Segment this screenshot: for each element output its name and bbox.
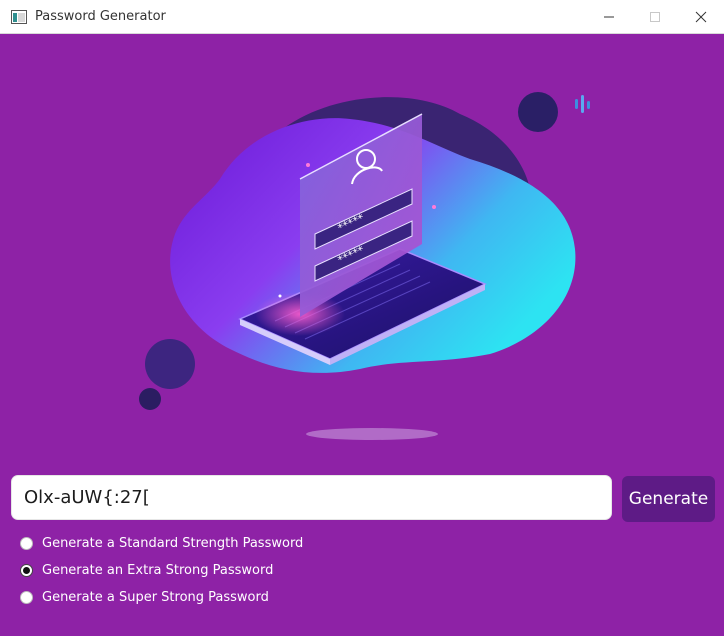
- radio-extra-strong[interactable]: [20, 564, 33, 577]
- maximize-button[interactable]: [632, 0, 678, 33]
- close-button[interactable]: [678, 0, 724, 33]
- minimize-icon: [604, 16, 614, 17]
- option-label: Generate a Super Strong Password: [42, 590, 269, 605]
- radio-standard[interactable]: [20, 537, 33, 550]
- option-label: Generate an Extra Strong Password: [42, 563, 274, 578]
- option-super-strong[interactable]: Generate a Super Strong Password: [20, 584, 303, 611]
- equalizer-icon: [575, 95, 590, 113]
- title-bar[interactable]: Password Generator: [0, 0, 724, 34]
- password-generator-window: Password Generator ***** ***** Olx-aUW{:…: [0, 0, 724, 636]
- maximize-icon: [650, 11, 660, 22]
- generate-button[interactable]: Generate: [622, 476, 715, 522]
- option-standard-strength[interactable]: Generate a Standard Strength Password: [20, 530, 303, 557]
- option-label: Generate a Standard Strength Password: [42, 536, 304, 551]
- login-laptop-illustration: ***** *****: [139, 92, 590, 440]
- radio-super-strong[interactable]: [20, 591, 33, 604]
- app-window-icon: [11, 9, 27, 24]
- close-icon: [695, 11, 707, 22]
- password-output-field[interactable]: [11, 475, 612, 520]
- window-controls: [586, 0, 724, 33]
- main-content: ***** ***** Generate Generate a Standard…: [0, 34, 724, 636]
- window-title: Password Generator: [35, 9, 166, 24]
- option-extra-strong[interactable]: Generate an Extra Strong Password: [20, 557, 303, 584]
- minimize-button[interactable]: [586, 0, 632, 33]
- strength-options: Generate a Standard Strength Password Ge…: [20, 530, 303, 611]
